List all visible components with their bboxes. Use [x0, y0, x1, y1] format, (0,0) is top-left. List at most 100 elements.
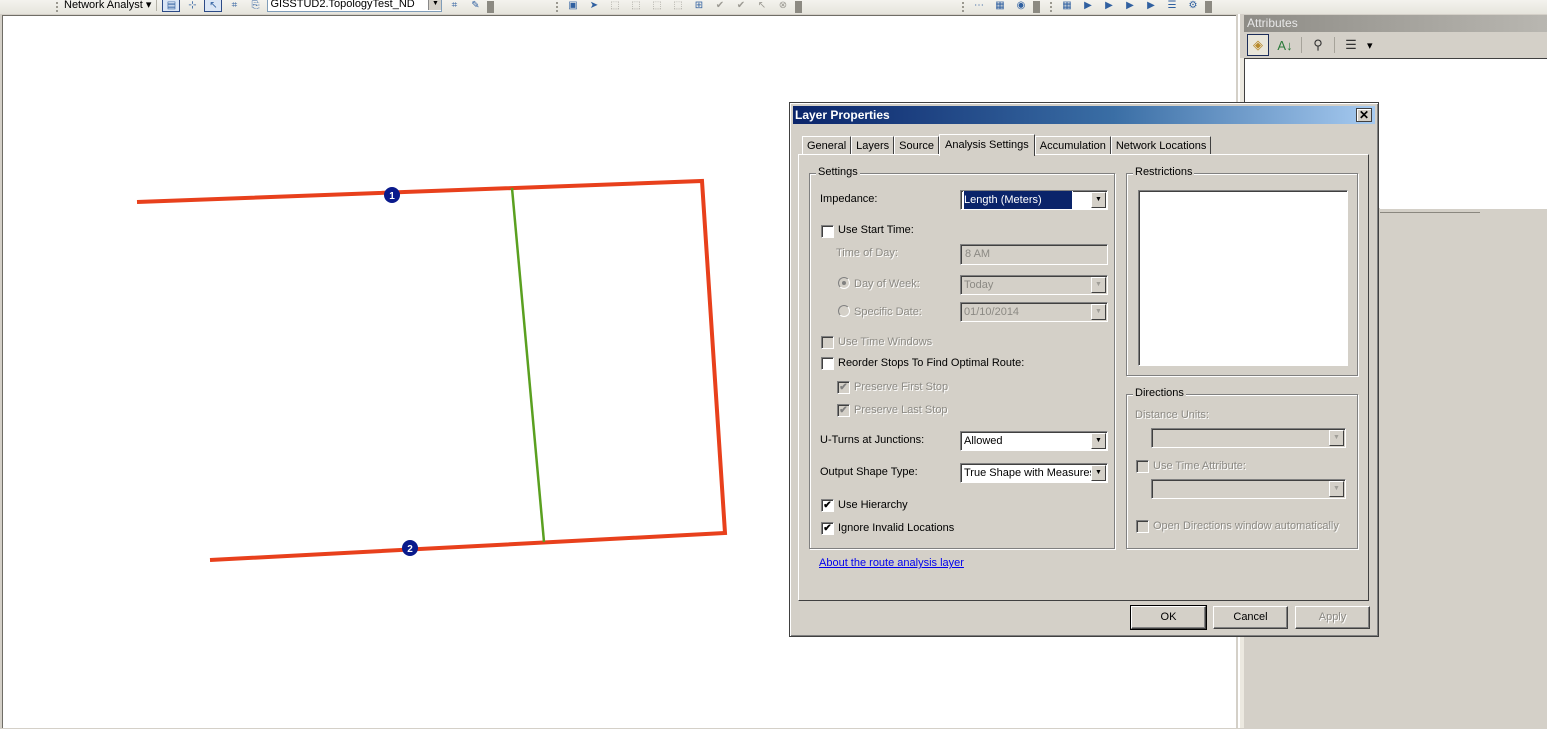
- table-options-button[interactable]: ☰: [1163, 0, 1181, 12]
- network-analyst-window-button[interactable]: ▤: [162, 0, 181, 12]
- chevron-down-icon[interactable]: ▾: [1367, 39, 1373, 52]
- chevron-down-icon[interactable]: ▼: [1091, 304, 1106, 320]
- validate-button[interactable]: ✔: [711, 0, 729, 12]
- toolbar-options-button[interactable]: [795, 1, 802, 13]
- toolbar-grip[interactable]: [1050, 2, 1053, 12]
- reshape-button[interactable]: ⬚: [627, 0, 645, 12]
- about-route-analysis-link[interactable]: About the route analysis layer: [819, 557, 964, 569]
- tab-analysis-settings[interactable]: Analysis Settings: [939, 134, 1035, 156]
- divider: [1380, 208, 1547, 209]
- network-edge[interactable]: [510, 187, 546, 543]
- apply-button[interactable]: Apply: [1295, 606, 1370, 629]
- toolbar-grip[interactable]: [962, 2, 965, 12]
- chevron-down-icon[interactable]: ▼: [428, 0, 442, 10]
- toolbar-options-button[interactable]: [1033, 1, 1040, 13]
- network-identify-button[interactable]: ⎘: [246, 0, 264, 12]
- table-add-button[interactable]: ▦: [991, 0, 1009, 12]
- chevron-down-icon[interactable]: ▼: [1091, 192, 1106, 208]
- fix-error-button[interactable]: ↖: [753, 0, 771, 12]
- move-forward-button[interactable]: ▶: [1079, 0, 1097, 12]
- edit-vertices-button[interactable]: ⬚: [606, 0, 624, 12]
- impedance-select[interactable]: Length (Meters) ▼: [960, 190, 1108, 210]
- directions-icon: ✎: [471, 0, 480, 11]
- tab-general[interactable]: General: [802, 136, 852, 155]
- use-time-windows-checkbox[interactable]: [821, 336, 834, 349]
- chevron-down-icon[interactable]: ▼: [1329, 481, 1344, 497]
- specific-date-radio[interactable]: [838, 305, 850, 317]
- use-time-attribute-checkbox[interactable]: [1136, 460, 1149, 473]
- output-shape-select[interactable]: True Shape with Measures ▼: [960, 463, 1108, 483]
- dialog-title-bar[interactable]: Layer Properties ✕: [793, 106, 1375, 124]
- chevron-down-icon[interactable]: ▼: [1329, 430, 1344, 446]
- settings-group: Settings Impedance: Length (Meters) ▼ Us…: [809, 166, 1115, 549]
- move-back-button[interactable]: ▶: [1100, 0, 1118, 12]
- globe-button[interactable]: ◉: [1012, 0, 1030, 12]
- tab-layers[interactable]: Layers: [851, 136, 895, 155]
- split-button[interactable]: ⬚: [669, 0, 687, 12]
- stop-marker[interactable]: 1: [384, 187, 400, 203]
- sort-az-button[interactable]: A↓: [1274, 34, 1296, 56]
- network-editor-button[interactable]: ⋯: [970, 0, 988, 12]
- error-inspector-button[interactable]: ⊗: [774, 0, 792, 12]
- reorder-stops-checkbox[interactable]: [821, 357, 834, 370]
- toolbar-options-button[interactable]: [487, 1, 495, 13]
- layer-list-button[interactable]: ☰: [1340, 34, 1362, 56]
- preserve-first-stop-label: Preserve First Stop: [854, 381, 949, 393]
- ok-button[interactable]: OK: [1130, 605, 1207, 630]
- layer-properties-button[interactable]: ▣: [564, 0, 582, 12]
- day-of-week-select[interactable]: Today ▼: [960, 275, 1108, 295]
- day-of-week-radio[interactable]: [838, 277, 850, 289]
- ignore-invalid-locations-checkbox[interactable]: ✔: [821, 522, 834, 535]
- toolbar-separator: [1334, 37, 1335, 53]
- restrictions-list[interactable]: [1138, 190, 1348, 366]
- toolbar-grip[interactable]: [56, 2, 59, 12]
- chevron-down-icon[interactable]: ▼: [1091, 433, 1106, 449]
- tab-network-locations[interactable]: Network Locations: [1110, 136, 1212, 155]
- move-button[interactable]: ▶: [1121, 0, 1139, 12]
- preserve-first-stop-checkbox[interactable]: ✔: [837, 381, 850, 394]
- network-dataset-combo[interactable]: GISSTUD2.TopologyTest_ND ▼: [267, 0, 443, 12]
- preserve-last-stop-label: Preserve Last Stop: [854, 404, 948, 416]
- tab-source[interactable]: Source: [894, 136, 940, 155]
- directions-button[interactable]: ✎: [466, 0, 484, 12]
- validate-extent-button[interactable]: ✔: [732, 0, 750, 12]
- use-hierarchy-checkbox[interactable]: ✔: [821, 499, 834, 512]
- attribute-list-button[interactable]: ◈: [1247, 34, 1269, 56]
- use-start-time-checkbox[interactable]: [821, 225, 834, 238]
- chevron-down-icon[interactable]: ▼: [1091, 465, 1106, 481]
- route-line[interactable]: [136, 178, 728, 562]
- open-directions-checkbox[interactable]: [1136, 520, 1149, 533]
- attribute-table-button[interactable]: ▦: [1058, 0, 1076, 12]
- chevron-down-icon[interactable]: ▼: [1091, 277, 1106, 293]
- build-grid-button[interactable]: ⌗: [445, 0, 463, 12]
- toolbar-grip[interactable]: [556, 2, 559, 12]
- globe-icon: ◉: [1016, 0, 1026, 11]
- network-analyst-menu[interactable]: Network Analyst ▾: [64, 0, 151, 11]
- edit-route-button[interactable]: ▶: [1142, 0, 1160, 12]
- create-network-location-button[interactable]: ⊹: [183, 0, 201, 12]
- distance-units-select[interactable]: ▼: [1151, 428, 1346, 448]
- show-relationships-button[interactable]: ⚲: [1307, 34, 1329, 56]
- toolbar-options-button[interactable]: [1205, 1, 1212, 13]
- ignore-invalid-locations-label: Ignore Invalid Locations: [838, 522, 955, 534]
- distance-units-label: Distance Units:: [1135, 409, 1209, 421]
- stop-marker[interactable]: 2: [402, 540, 418, 556]
- select-pointer-button[interactable]: ➤: [585, 0, 603, 12]
- uturns-select[interactable]: Allowed ▼: [960, 431, 1108, 451]
- time-of-day-input[interactable]: 8 AM: [960, 244, 1108, 265]
- tab-accumulation[interactable]: Accumulation: [1034, 136, 1111, 155]
- cut-polygon-button[interactable]: ⬚: [648, 0, 666, 12]
- settings-button[interactable]: ⚙: [1184, 0, 1202, 12]
- impedance-label: Impedance:: [820, 193, 878, 205]
- topology-edit-button[interactable]: ⊞: [690, 0, 708, 12]
- time-attribute-select[interactable]: ▼: [1151, 479, 1346, 499]
- specific-date-select[interactable]: 01/10/2014 ▼: [960, 302, 1108, 322]
- build-grid-icon: ⌗: [451, 0, 458, 11]
- build-network-button[interactable]: ⌗: [225, 0, 243, 12]
- cancel-button[interactable]: Cancel: [1213, 606, 1288, 629]
- select-move-location-button[interactable]: ↖: [204, 0, 223, 12]
- build-network-icon: ⌗: [231, 0, 238, 11]
- create-network-location-icon: ⊹: [188, 0, 197, 11]
- preserve-last-stop-checkbox[interactable]: ✔: [837, 404, 850, 417]
- close-button[interactable]: ✕: [1356, 108, 1372, 122]
